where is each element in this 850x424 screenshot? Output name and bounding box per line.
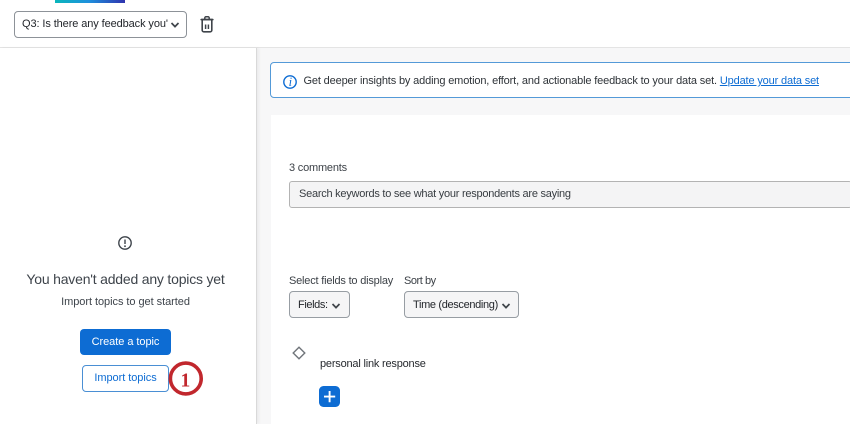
svg-text:1: 1 xyxy=(181,370,191,391)
svg-text:i: i xyxy=(289,75,293,89)
